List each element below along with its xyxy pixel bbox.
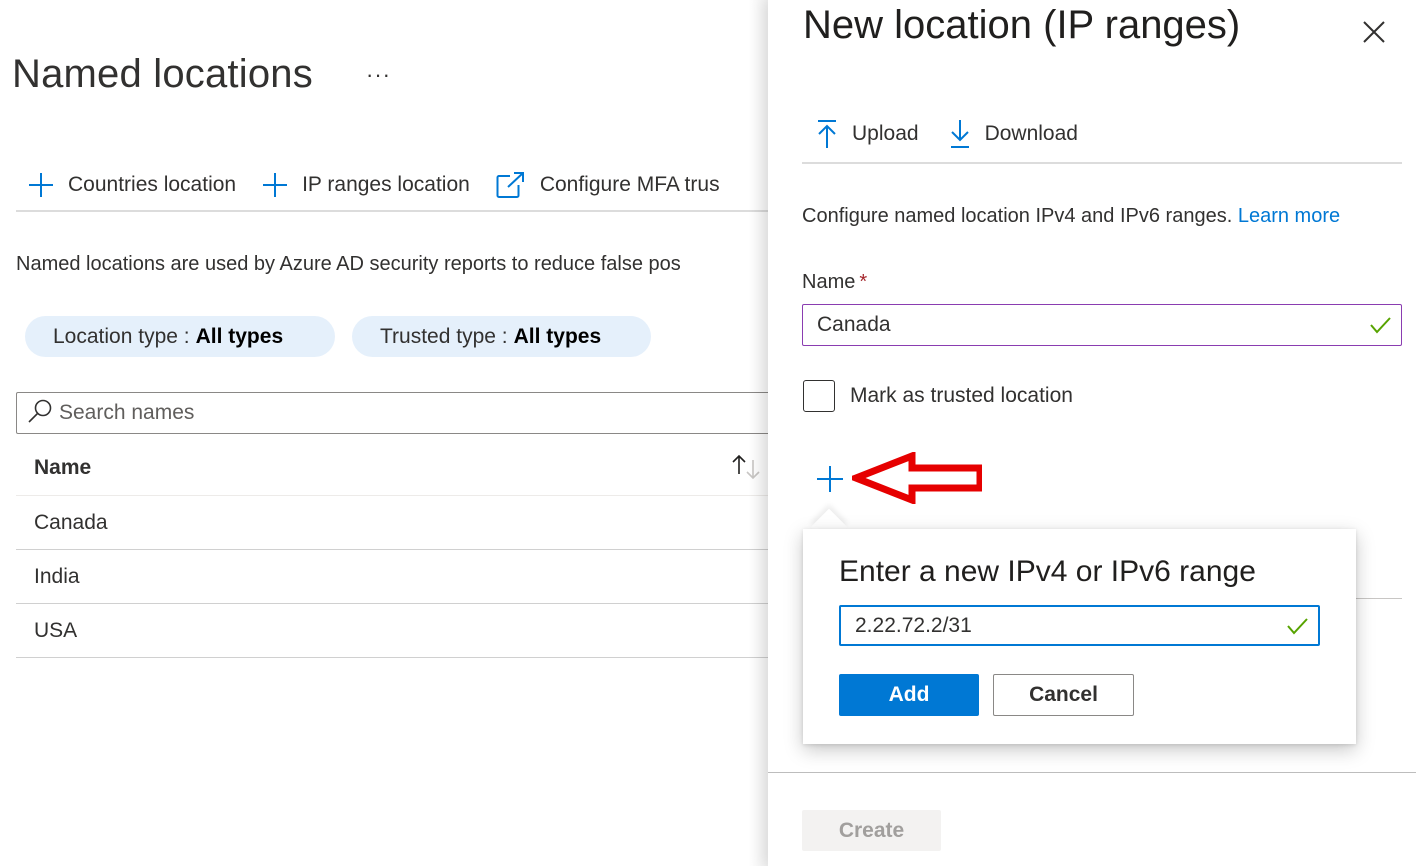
name-label-text: Name [802,271,856,293]
external-link-icon [496,171,526,199]
row-name: India [34,564,80,588]
row-name: USA [34,618,78,642]
panel-title: New location (IP ranges) [803,3,1241,47]
column-header-label: Name [34,455,92,479]
named-locations-table: Name Canada India USA [16,440,768,658]
command-bar: Countries location IP ranges location Co… [16,160,768,212]
annotation-arrow-icon [852,452,982,504]
filter-value: All types [195,324,284,348]
close-icon [1363,21,1385,43]
panel-shadow [748,0,768,866]
learn-more-link[interactable]: Learn more [1238,205,1340,227]
checkbox-box[interactable] [803,380,835,412]
countries-location-label: Countries location [68,173,237,196]
ip-ranges-location-label: IP ranges location [302,173,470,196]
search-box [16,392,768,434]
search-input[interactable] [59,401,659,425]
name-input[interactable] [817,313,1337,337]
divider [1356,598,1402,599]
filter-label: Location type : [53,324,190,348]
add-ip-range-button[interactable] [816,465,844,493]
page-title: Named locations [12,52,313,96]
panel-toolbar: Upload Download [802,106,1402,164]
name-field [802,304,1402,346]
name-field-label: Name * [802,271,867,294]
filter-label: Trusted type : [380,324,508,348]
upload-icon [816,119,838,149]
checkbox-label: Mark as trusted location [850,384,1073,407]
more-options-button[interactable]: ··· [366,62,391,88]
download-button[interactable]: Download [949,119,1078,149]
row-name: Canada [34,510,108,534]
mark-as-trusted-checkbox[interactable]: Mark as trusted location [803,380,1073,412]
upload-button[interactable]: Upload [816,119,919,149]
plus-icon [262,172,288,198]
named-locations-page: Named locations ··· Countries location I… [0,0,768,866]
table-row[interactable]: India [16,550,768,604]
table-row[interactable]: USA [16,604,768,658]
ip-range-callout: Enter a new IPv4 or IPv6 range Add Cance… [803,529,1356,744]
close-panel-button[interactable] [1360,18,1388,46]
ip-range-input[interactable] [855,613,1255,638]
trusted-type-filter[interactable]: Trusted type : All types [352,316,651,357]
valid-check-icon [1286,616,1308,641]
configure-mfa-trusted-ips-button[interactable]: Configure MFA trus [496,171,720,199]
callout-title: Enter a new IPv4 or IPv6 range [839,555,1256,588]
ip-ranges-location-button[interactable]: IP ranges location [262,172,470,198]
download-icon [949,119,971,149]
footer-divider [768,772,1416,773]
panel-description: Configure named location IPv4 and IPv6 r… [802,205,1340,228]
location-type-filter[interactable]: Location type : All types [25,316,335,357]
configure-mfa-label: Configure MFA trus [539,173,720,196]
cancel-button[interactable]: Cancel [993,674,1134,716]
column-header-name[interactable]: Name [16,440,768,496]
plus-icon [817,466,843,492]
sort-ascending-icon [732,454,746,474]
panel-description-text: Configure named location IPv4 and IPv6 r… [802,205,1238,227]
page-description: Named locations are used by Azure AD sec… [16,253,681,275]
add-button[interactable]: Add [839,674,979,716]
valid-check-icon [1369,315,1391,340]
upload-label: Upload [852,122,919,145]
countries-location-button[interactable]: Countries location [28,172,236,198]
plus-icon [28,172,54,198]
beak-cover [806,530,856,544]
table-row[interactable]: Canada [16,496,768,550]
search-icon [27,398,53,429]
filter-value: All types [513,324,602,348]
create-button[interactable]: Create [802,810,941,851]
download-label: Download [984,122,1078,145]
ip-range-field [839,605,1320,646]
required-indicator: * [859,271,868,293]
